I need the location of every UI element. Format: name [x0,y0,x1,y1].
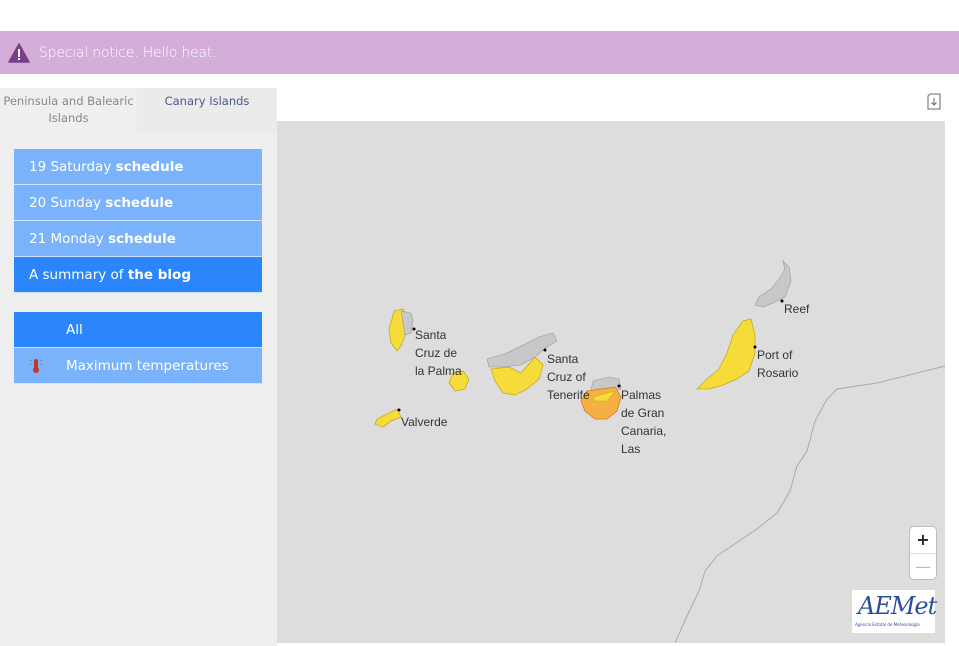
tab-canary-islands[interactable]: Canary Islands [137,88,277,132]
notice-text: Special notice. Hello heat. [39,44,217,61]
map-label-santa-cruz-de-la-palma: Santa Cruz de la Palma [415,328,462,378]
menu-item-label: 21 Monday [29,231,109,247]
menu-item-sunday[interactable]: 20 Sunday schedule [14,185,262,221]
menu-item-label: A summary of [29,267,128,283]
thermometer-icon [29,359,43,373]
warning-icon [8,42,30,63]
logo-text: AEMet [858,592,937,620]
download-icon[interactable] [927,93,941,110]
map-label-santa-cruz-of-tenerife: Santa Cruz of Tenerife [547,352,590,402]
menu-item-bold: schedule [105,195,174,211]
menu-item-bold: the blog [127,267,191,283]
menu-item-max-temperatures[interactable]: Maximum temperatures [14,348,262,384]
menu-item-all[interactable]: All [14,312,262,348]
menu-item-label: 19 Saturday [29,159,116,175]
phenomena-menu: All Maximum temperatures [14,312,262,384]
menu-item-bold: schedule [108,231,176,247]
island-fuerteventura-yellow [696,318,756,390]
region-tabs: Peninsula and Balearic Islands Canary Is… [0,88,277,132]
menu-item-summary[interactable]: A summary of the blog [14,257,262,293]
zoom-in-button[interactable]: + [910,527,936,553]
zoom-out-button[interactable]: — [910,553,936,580]
map-label-port-of-rosario: Port of Rosario [757,348,799,380]
island-el-hierro-yellow [374,408,402,428]
special-notice-banner: Special notice. Hello heat. [0,31,959,74]
logo-subtext: Agencia Estatal de Meteorología [855,622,920,627]
schedule-menu: 19 Saturday schedule 20 Sunday schedule … [14,149,262,293]
menu-item-monday[interactable]: 21 Monday schedule [14,221,262,257]
menu-item-label: All [66,322,83,338]
menu-item-label: 20 Sunday [29,195,106,211]
map-canvas [374,260,945,643]
menu-item-saturday[interactable]: 19 Saturday schedule [14,149,262,185]
sidebar: 19 Saturday schedule 20 Sunday schedule … [0,132,277,646]
map-label-valverde: Valverde [401,415,448,429]
warnings-map[interactable]: Santa Cruz de la Palma Valverde Santa Cr… [277,121,945,643]
aemet-logo[interactable]: AEMet Agencia Estatal de Meteorología [852,590,937,633]
tab-peninsula-balearic[interactable]: Peninsula and Balearic Islands [0,88,137,132]
menu-item-bold: schedule [115,159,184,175]
zoom-control: + — [910,527,936,579]
map-label-reef: Reef [784,302,810,316]
map-label-palmas-de-gran-canaria: Palmas de Gran Canaria, Las [621,388,667,456]
menu-item-label: Maximum temperatures [66,358,229,374]
